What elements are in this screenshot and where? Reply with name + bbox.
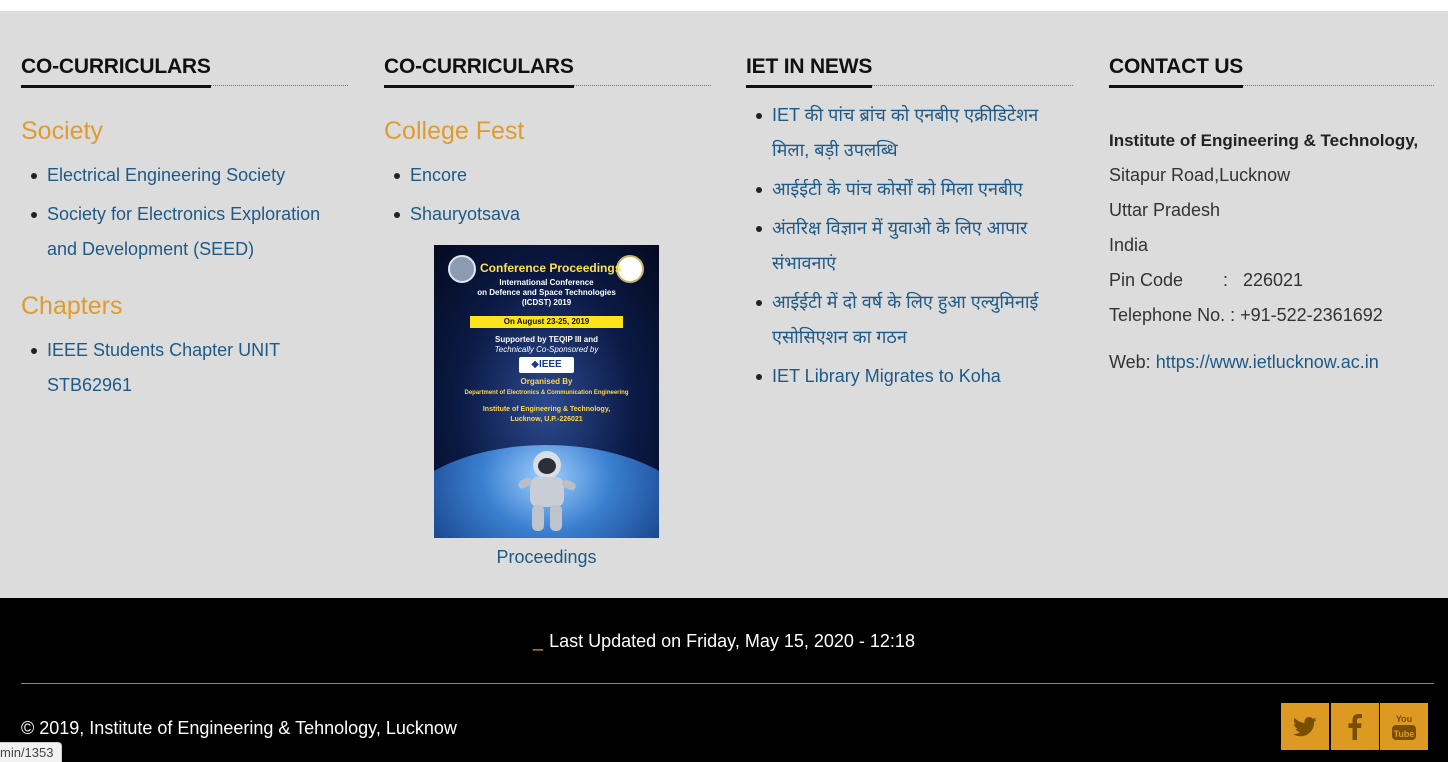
web-label: Web: — [1109, 352, 1151, 372]
fest-link-encore[interactable]: Encore — [410, 165, 467, 185]
facebook-icon — [1348, 713, 1362, 740]
top-strip — [0, 0, 1448, 11]
web-row: Web: https://www.ietlucknow.ac.in — [1109, 345, 1434, 380]
poster-date: On August 23-25, 2019 — [470, 316, 623, 328]
pin-code-label: Pin Code — [1109, 270, 1184, 290]
news-link[interactable]: आईईटी के पांच कोर्सों को मिला एनबीए — [772, 179, 1023, 199]
poster-line: Lucknow, U.P.-226021 — [510, 416, 583, 423]
country-line: India — [1109, 235, 1149, 255]
poster-line: Institute of Engineering & Technology, — [482, 406, 611, 413]
copyright-text: © 2019, Institute of Engineering & Tehno… — [21, 718, 457, 738]
iet-in-news-column: IET IN NEWS IET की पांच ब्रांच को एनबीए … — [746, 51, 1073, 398]
cocurriculars-column-1: CO-CURRICULARS Society Electrical Engine… — [21, 51, 348, 407]
poster-line: Organised By — [520, 377, 573, 386]
youtube-icon: You Tube — [1392, 714, 1416, 740]
state-line: Uttar Pradesh — [1109, 200, 1221, 220]
news-link[interactable]: आईईटी में दो वर्ष के लिए हुआ एल्युमिनाई … — [772, 292, 1038, 347]
society-link[interactable]: Electrical Engineering Society — [47, 165, 285, 185]
chapters-title: Chapters — [21, 292, 123, 320]
news-item: IET Library Migrates to Koha — [746, 359, 1073, 394]
society-list: Electrical Engineering Society Society f… — [21, 158, 348, 267]
poster-line: on Defence and Space Technologies — [477, 288, 616, 297]
column-heading-text: CONTACT US — [1109, 52, 1243, 88]
telephone-row: Telephone No. : +91-522-2361692 — [1109, 298, 1434, 333]
svg-text:Tube: Tube — [1394, 729, 1415, 739]
column-heading: CONTACT US — [1109, 51, 1434, 88]
poster-line: International Conference — [499, 278, 594, 287]
chapter-link[interactable]: IEEE Students Chapter UNIT STB62961 — [47, 340, 280, 395]
twitter-button[interactable] — [1281, 703, 1329, 750]
website-link[interactable]: https://www.ietlucknow.ac.in — [1156, 352, 1379, 372]
news-link[interactable]: IET की पांच ब्रांच को एनबीए एक्रीडिटेशन … — [772, 105, 1038, 160]
proceedings-poster-image[interactable]: Conference Proceedings International Con… — [434, 245, 659, 538]
fest-list: Encore Shauryotsava — [384, 158, 711, 232]
fest-link-shauryotsava[interactable]: Shauryotsava — [410, 204, 520, 224]
column-heading: CO-CURRICULARS — [21, 51, 348, 88]
column-heading-text: CO-CURRICULARS — [21, 52, 211, 88]
proceedings-caption[interactable]: Proceedings — [434, 546, 659, 568]
column-heading: IET IN NEWS — [746, 51, 1073, 88]
society-link[interactable]: Society for Electronics Exploration and … — [47, 204, 320, 259]
telephone-label: Telephone No. — [1109, 305, 1226, 325]
footer-divider — [21, 683, 1434, 684]
society-title: Society — [21, 117, 103, 145]
last-updated-text: Last Updated on Friday, May 15, 2020 - 1… — [549, 631, 915, 651]
svg-text:You: You — [1396, 714, 1412, 724]
facebook-button[interactable] — [1331, 703, 1379, 750]
poster-line: Supported by TEQIP III and — [495, 335, 598, 344]
last-updated: _ Last Updated on Friday, May 15, 2020 - … — [0, 629, 1448, 653]
youtube-button[interactable]: You Tube — [1380, 703, 1428, 750]
news-list: IET की पांच ब्रांच को एनबीए एक्रीडिटेशन … — [746, 98, 1073, 394]
college-fest-title: College Fest — [384, 117, 525, 145]
poster-line: Department of Electronics & Communicatio… — [464, 390, 629, 396]
list-item: Shauryotsava — [384, 197, 711, 232]
astronaut-graphic — [518, 451, 576, 531]
chapters-list: IEEE Students Chapter UNIT STB62961 — [21, 333, 348, 403]
contact-us-column: CONTACT US Institute of Engineering & Te… — [1109, 51, 1434, 380]
list-item: Electrical Engineering Society — [21, 158, 348, 193]
updated-prefix: _ — [533, 631, 544, 651]
institute-name: Institute of Engineering & Technology, — [1109, 131, 1419, 150]
footer-bottom: _ Last Updated on Friday, May 15, 2020 - … — [0, 598, 1448, 762]
list-item: Encore — [384, 158, 711, 193]
pin-code-value: : 226021 — [1223, 270, 1304, 290]
twitter-icon — [1293, 716, 1317, 736]
list-item: IEEE Students Chapter UNIT STB62961 — [21, 333, 348, 403]
news-link[interactable]: अंतरिक्ष विज्ञान में युवाओ के लिए आपार स… — [772, 218, 1027, 273]
telephone-value: : +91-522-2361692 — [1230, 305, 1383, 325]
contact-details: Institute of Engineering & Technology, S… — [1109, 123, 1434, 380]
news-item: IET की पांच ब्रांच को एनबीए एक्रीडिटेशन … — [746, 98, 1073, 168]
address-line: Sitapur Road,Lucknow — [1109, 165, 1291, 185]
column-heading-text: CO-CURRICULARS — [384, 52, 574, 88]
poster-title: Conference Proceedings — [480, 261, 622, 275]
news-link[interactable]: IET Library Migrates to Koha — [772, 366, 1001, 386]
footer-main: CO-CURRICULARS Society Electrical Engine… — [0, 11, 1448, 598]
poster-line: (ICDST) 2019 — [521, 298, 572, 307]
ieee-logo: ◆IEEE — [519, 357, 574, 373]
column-heading: CO-CURRICULARS — [384, 51, 711, 88]
cocurriculars-column-2: CO-CURRICULARS College Fest Encore Shaur… — [384, 51, 711, 567]
status-bar-url: min/1353 — [0, 742, 63, 762]
poster-line: Technically Co-Sponsored by — [494, 345, 599, 354]
list-item: Society for Electronics Exploration and … — [21, 197, 348, 267]
news-item: अंतरिक्ष विज्ञान में युवाओ के लिए आपार स… — [746, 211, 1073, 281]
proceedings-block: Conference Proceedings International Con… — [434, 245, 659, 568]
pin-code-row: Pin Code : 226021 — [1109, 263, 1434, 298]
news-item: आईईटी के पांच कोर्सों को मिला एनबीए — [746, 172, 1073, 207]
news-item: आईईटी में दो वर्ष के लिए हुआ एल्युमिनाई … — [746, 285, 1073, 355]
column-heading-text: IET IN NEWS — [746, 52, 872, 88]
